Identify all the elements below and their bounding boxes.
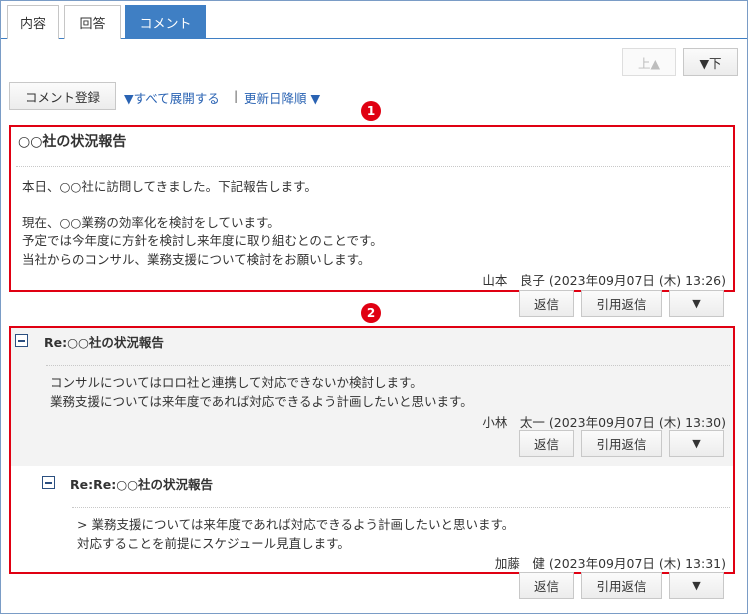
nav-down-button[interactable]: ▼下 <box>683 48 738 76</box>
comment-body-line: 予定では今年度に方針を検討し来年度に取り組むとのことです。 <box>22 233 383 248</box>
toolbar-separator: | <box>234 88 239 103</box>
reply-author-timestamp: 加藤 健 (2023年09月07日 (木) 13:31) <box>494 556 726 571</box>
comment-body-line: 当社からのコンサル、業務支援について検討をお願いします。 <box>22 252 371 267</box>
comment-body-line: 本日、○○社に訪問してきました。下記報告します。 <box>22 179 317 194</box>
reply-button[interactable]: 返信 <box>519 290 574 317</box>
callout-marker-1: 1 <box>361 101 381 121</box>
divider <box>16 166 730 167</box>
nav-up-button[interactable]: 上▲ <box>622 48 676 76</box>
reply-title: Re:○○社の状況報告 <box>44 335 164 350</box>
reply-body-line: > 業務支援については来年度であれば対応できるよう計画したいと思います。 <box>77 517 515 532</box>
comment-title: ○○社の状況報告 <box>18 134 127 150</box>
tab-answer[interactable]: 回答 <box>64 5 121 39</box>
quote-reply-button[interactable]: 引用返信 <box>581 290 662 317</box>
divider <box>72 507 730 508</box>
callout-marker-2: 2 <box>361 303 381 323</box>
divider <box>46 365 730 366</box>
collapse-icon[interactable] <box>15 334 28 347</box>
comment-register-button[interactable]: コメント登録 <box>9 82 116 110</box>
comment-author-timestamp: 山本 良子 (2023年09月07日 (木) 13:26) <box>482 273 726 288</box>
more-menu-button[interactable]: ▼ <box>669 290 724 317</box>
reply-button[interactable]: 返信 <box>519 572 574 599</box>
comment-body-line: 現在、○○業務の効率化を検討をしています。 <box>22 215 280 230</box>
more-menu-button[interactable]: ▼ <box>669 572 724 599</box>
quote-reply-button[interactable]: 引用返信 <box>581 430 662 457</box>
reply-body-line: 対応することを前提にスケジュール見直します。 <box>77 536 350 551</box>
more-menu-button[interactable]: ▼ <box>669 430 724 457</box>
reply-author-timestamp: 小林 太一 (2023年09月07日 (木) 13:30) <box>482 415 726 430</box>
tab-bar: 内容 回答 コメント <box>1 1 747 39</box>
reply-title: Re:Re:○○社の状況報告 <box>70 477 214 492</box>
reply-body-line: 業務支援については来年度であれば対応できるよう計画したいと思います。 <box>50 394 473 409</box>
reply-body-line: コンサルについてはロロ社と連携して対応できないか検討します。 <box>50 375 423 390</box>
expand-all-link[interactable]: ▼すべて展開する <box>124 88 220 107</box>
sort-order-link[interactable]: 更新日降順 ▼ <box>244 88 320 107</box>
collapse-icon[interactable] <box>42 476 55 489</box>
quote-reply-button[interactable]: 引用返信 <box>581 572 662 599</box>
tab-content[interactable]: 内容 <box>7 5 59 39</box>
tab-comment[interactable]: コメント <box>125 5 206 39</box>
reply-button[interactable]: 返信 <box>519 430 574 457</box>
